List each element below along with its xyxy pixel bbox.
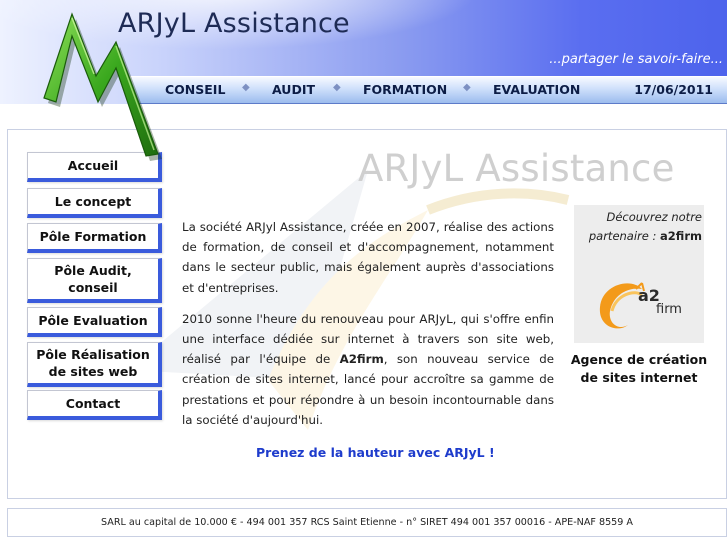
nav-audit[interactable]: AUDIT	[272, 82, 315, 97]
intro-paragraph-2: 2010 sonne l'heure du renouveau pour ARJ…	[182, 309, 554, 430]
menu-pole-realisation[interactable]: Pôle Réalisation de sites web	[27, 342, 162, 387]
main-panel: ARJyL Assistance Accueil Le concept Pôle…	[7, 129, 727, 499]
intro-text: La société ARJyl Assistance, créée en 20…	[182, 217, 554, 441]
menu-le-concept[interactable]: Le concept	[27, 188, 162, 218]
watermark-title: ARJyL Assistance	[358, 147, 675, 190]
top-navbar: CONSEIL ◆ AUDIT ◆ FORMATION ◆ EVALUATION…	[130, 76, 727, 104]
slogan-link[interactable]: Prenez de la hauteur avec ARJyL !	[256, 445, 495, 460]
nav-evaluation[interactable]: EVALUATION	[493, 82, 580, 97]
partner-name: a2firm	[660, 229, 702, 243]
menu-pole-audit-conseil[interactable]: Pôle Audit, conseil	[27, 258, 162, 303]
site-tagline: ...partager le savoir-faire...	[549, 52, 723, 67]
a2firm-brand: A2firm	[339, 352, 384, 367]
arjyl-logo-icon[interactable]	[36, 6, 186, 164]
current-date: 17/06/2011	[634, 82, 713, 97]
nav-formation[interactable]: FORMATION	[363, 82, 447, 97]
partner-line-2: partenaire :	[588, 229, 661, 243]
menu-pole-formation[interactable]: Pôle Formation	[27, 223, 162, 253]
site-footer: SARL au capital de 10.000 € - 494 001 35…	[7, 508, 727, 537]
partner-line-1: Découvrez notre	[606, 210, 702, 224]
footer-legal-text: SARL au capital de 10.000 € - 494 001 35…	[101, 517, 633, 528]
a2firm-logo-icon[interactable]: a2 firm	[584, 267, 696, 335]
intro-paragraph-1: La société ARJyl Assistance, créée en 20…	[182, 220, 554, 295]
menu-contact[interactable]: Contact	[27, 390, 162, 420]
nav-separator-icon: ◆	[242, 82, 250, 93]
agency-caption: Agence de création de sites internet	[570, 352, 708, 385]
nav-separator-icon: ◆	[333, 82, 341, 93]
partner-box[interactable]: Découvrez notre partenaire : a2firm a2 f…	[574, 205, 704, 343]
partner-text: Découvrez notre partenaire : a2firm	[576, 208, 702, 246]
menu-pole-evaluation[interactable]: Pôle Evaluation	[27, 307, 162, 337]
firm-logo-text: firm	[656, 302, 682, 317]
nav-separator-icon: ◆	[463, 82, 471, 93]
